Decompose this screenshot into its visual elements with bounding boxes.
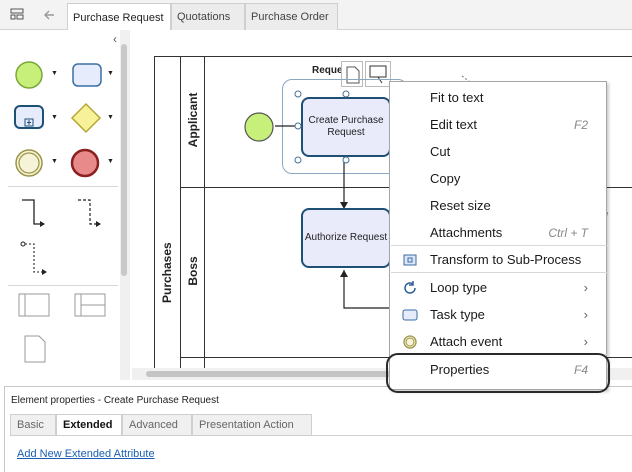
task-label: Authorize Request	[304, 232, 388, 243]
loop-icon	[402, 280, 418, 296]
document-tab-bar: Purchase Request Quotations Purchase Ord…	[0, 0, 632, 31]
tab-underline	[10, 435, 632, 436]
event-icon	[402, 334, 418, 350]
menu-item-task-type[interactable]: Task type ›	[390, 301, 606, 328]
menu-item-shortcut: F2	[573, 117, 588, 132]
menu-item-label: Fit to text	[430, 90, 484, 105]
menu-item-reset-size[interactable]: Reset size	[390, 192, 606, 219]
menu-item-label: Reset size	[430, 198, 491, 213]
menu-item-label: Edit text	[430, 117, 477, 132]
canvas-scroll-thumb[interactable]	[146, 371, 396, 377]
diagram-menu-icon[interactable]	[4, 3, 30, 27]
chevron-right-icon: ›	[583, 334, 588, 349]
chevron-down-icon[interactable]: ▼	[51, 70, 58, 77]
menu-item-loop-type[interactable]: Loop type ›	[390, 274, 606, 301]
menu-item-label: Cut	[430, 144, 451, 159]
menu-item-label: Transform to Sub-Process	[430, 252, 582, 267]
menu-item-label: Attach event	[430, 334, 503, 349]
lane-shape-icon[interactable]	[74, 293, 106, 320]
tab-extended[interactable]: Extended	[56, 414, 122, 436]
tab-quotations[interactable]: Quotations	[171, 3, 245, 30]
menu-item-attach-event[interactable]: Attach event ›	[390, 328, 606, 355]
properties-highlight-ring	[386, 353, 610, 393]
subprocess-shape[interactable]	[14, 105, 44, 132]
intermediate-event-shape[interactable]	[14, 148, 44, 181]
shape-palette: ‹ ▼ ▼ ▼ ▼ ▼ ▼	[4, 30, 130, 380]
tab-label: Purchase Order	[251, 11, 329, 23]
tab-advanced[interactable]: Advanced	[122, 414, 192, 436]
menu-item-edit-text[interactable]: Edit text F2	[390, 111, 606, 138]
sequence-flow-connector-icon[interactable]	[20, 196, 48, 233]
menu-item-cut[interactable]: Cut	[390, 138, 606, 165]
subprocess-icon	[402, 252, 418, 268]
tab-label: Extended	[63, 419, 113, 431]
data-object-shape-icon[interactable]	[24, 335, 46, 366]
end-event-shape[interactable]	[70, 148, 100, 181]
tab-basic[interactable]: Basic	[10, 414, 56, 436]
task-create-purchase-request[interactable]: Create Purchase Request	[301, 97, 391, 157]
chevron-right-icon: ›	[583, 307, 588, 322]
menu-item-label: Task type	[430, 307, 485, 322]
lane-label-applicant: Applicant	[186, 92, 200, 148]
start-event[interactable]	[243, 111, 275, 146]
chevron-down-icon[interactable]: ▼	[51, 158, 58, 165]
lane-label-boss: Boss	[186, 256, 200, 286]
chevron-down-icon[interactable]: ▼	[107, 70, 114, 77]
tab-label: Advanced	[129, 419, 178, 431]
add-extended-attribute-link[interactable]: Add New Extended Attribute	[17, 448, 155, 460]
chevron-down-icon[interactable]: ▼	[107, 158, 114, 165]
chevron-down-icon[interactable]: ▼	[51, 114, 58, 121]
back-arrow-icon[interactable]	[36, 3, 62, 27]
start-event-shape[interactable]	[14, 60, 44, 93]
pool-label: Purchases	[160, 242, 174, 303]
menu-item-label: Copy	[430, 171, 461, 186]
tab-label: Quotations	[177, 11, 231, 23]
chevron-down-icon[interactable]: ▼	[107, 114, 114, 121]
gateway-shape[interactable]	[70, 102, 102, 137]
context-menu: Fit to text Edit text F2 Cut Copy Reset …	[389, 81, 607, 390]
tab-purchase-request[interactable]: Purchase Request	[67, 3, 171, 31]
chevron-right-icon: ›	[583, 280, 588, 295]
tab-label: Presentation Action	[199, 419, 294, 431]
task-shape[interactable]	[72, 63, 102, 90]
palette-divider	[8, 186, 118, 187]
task-icon	[402, 307, 418, 323]
palette-scroll-thumb[interactable]	[121, 44, 127, 276]
palette-divider	[8, 285, 118, 286]
partial-lane-label: Reque	[312, 65, 343, 76]
pool-label-column: Purchases	[155, 57, 181, 368]
menu-divider	[391, 272, 607, 273]
tab-label: Purchase Request	[73, 11, 164, 24]
menu-item-transform-to-sub-process[interactable]: Transform to Sub-Process	[390, 246, 606, 273]
task-label: Create Purchase Request	[308, 115, 384, 138]
menu-item-attachments[interactable]: Attachments Ctrl + T	[390, 219, 606, 246]
task-authorize-request[interactable]: Authorize Request	[301, 208, 391, 268]
menu-item-shortcut: Ctrl + T	[548, 225, 588, 240]
lane-label-column: Applicant Boss	[181, 57, 205, 368]
association-connector-icon[interactable]	[20, 240, 50, 281]
properties-title: Element properties - Create Purchase Req…	[11, 395, 219, 406]
message-flow-connector-icon[interactable]	[76, 196, 104, 233]
tab-presentation-action[interactable]: Presentation Action	[192, 414, 312, 436]
menu-item-label: Attachments	[430, 225, 503, 240]
menu-item-copy[interactable]: Copy	[390, 165, 606, 192]
tab-label: Basic	[17, 419, 44, 431]
menu-item-label: Loop type	[430, 280, 488, 295]
pool-shape-icon[interactable]	[18, 293, 50, 320]
menu-item-fit-to-text[interactable]: Fit to text	[390, 84, 606, 111]
tab-purchase-order[interactable]: Purchase Order	[245, 3, 338, 30]
